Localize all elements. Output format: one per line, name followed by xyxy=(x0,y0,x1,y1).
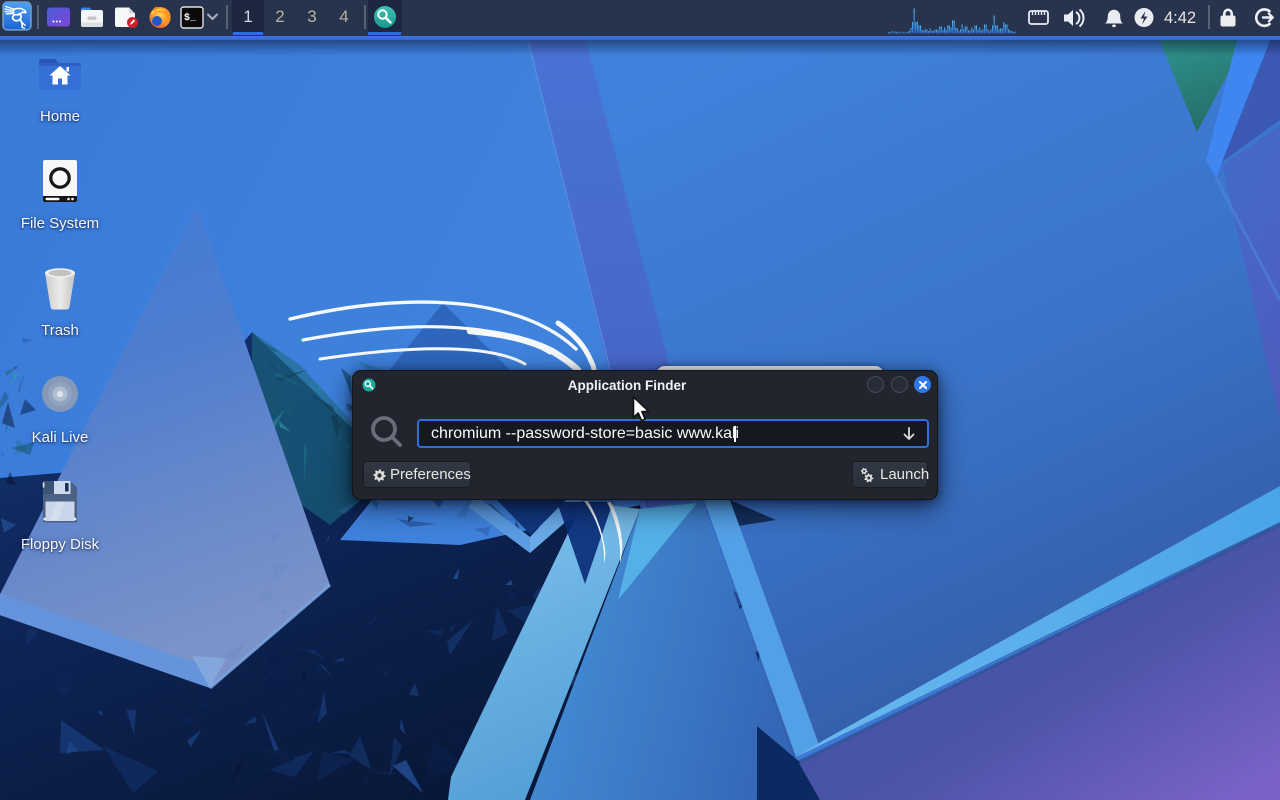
svg-text:4:42: 4:42 xyxy=(1164,9,1196,27)
